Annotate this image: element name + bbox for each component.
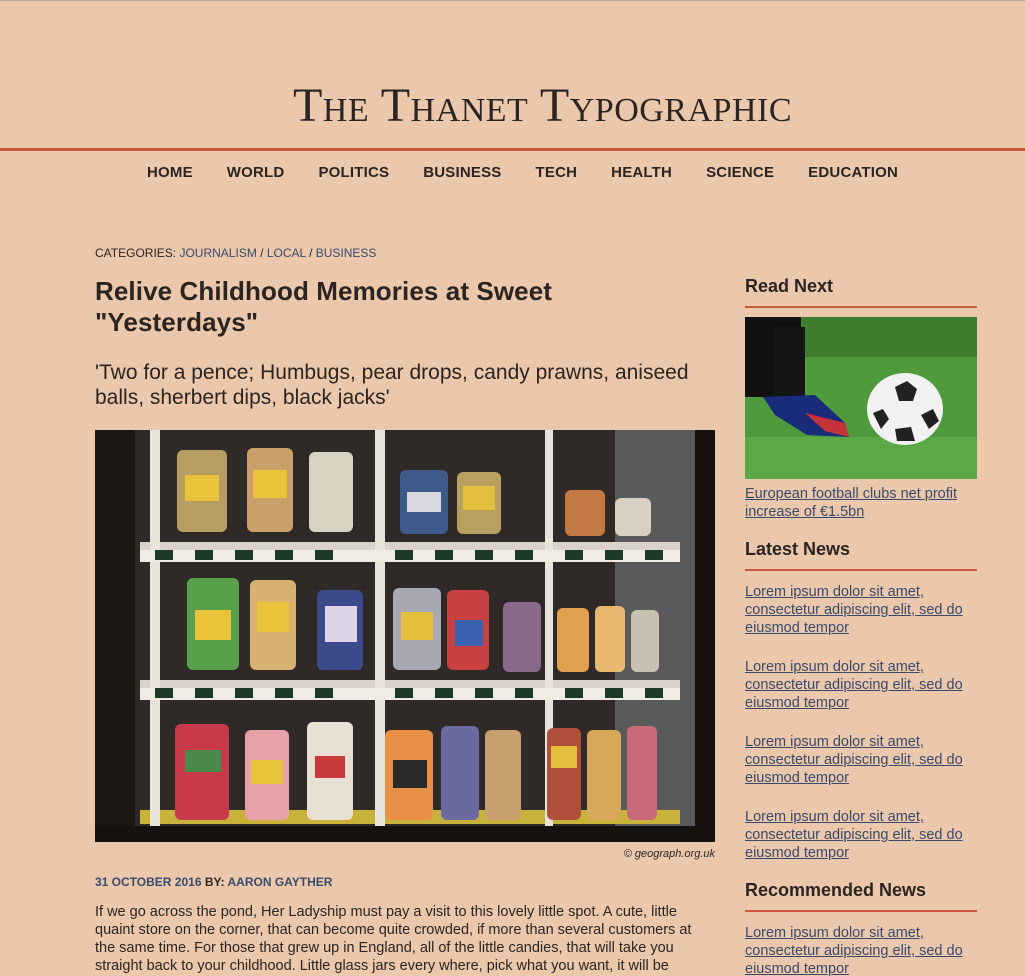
latest-news-link[interactable]: Lorem ipsum dolor sit amet, consectetur … [745,733,977,787]
nav-business[interactable]: BUSINESS [423,164,501,181]
nav-health[interactable]: HEALTH [611,164,672,181]
latest-news-link[interactable]: Lorem ipsum dolor sit amet, consectetur … [745,583,977,637]
nav-science[interactable]: SCIENCE [706,164,774,181]
article-author[interactable]: AARON GAYTHER [228,875,333,889]
football-image [745,317,977,479]
article-title: Relive Childhood Memories at Sweet "Yest… [95,276,553,337]
latest-news-heading: Latest News [745,539,851,559]
masthead: The Thanet Typographic [0,78,1025,133]
article-categories: CATEGORIES: JOURNALISM / LOCAL / BUSINES… [95,246,377,260]
article-body: If we go across the pond, Her Ladyship m… [95,904,692,974]
article-subtitle: 'Two for a pence; Humbugs, pear drops, c… [95,361,689,409]
site-title[interactable]: The Thanet Typographic [60,78,1025,133]
nav-home[interactable]: HOME [147,164,193,181]
sidebar: Read Next European football clubs net pr… [745,276,977,976]
article-date[interactable]: 31 OCTOBER 2016 [95,875,202,889]
nav-tech[interactable]: TECH [536,164,578,181]
read-next-heading: Read Next [745,276,834,296]
category-journalism[interactable]: JOURNALISM [179,246,256,260]
latest-news-item: Lorem ipsum dolor sit amet, consectetur … [745,733,977,787]
article-meta: 31 OCTOBER 2016 BY: AARON GAYTHER [95,875,715,889]
masthead-rule [0,148,1025,151]
article: CATEGORIES: JOURNALISM / LOCAL / BUSINES… [95,246,715,976]
read-next-link[interactable]: European football clubs net profit incre… [745,485,977,521]
latest-news-link[interactable]: Lorem ipsum dolor sit amet, consectetur … [745,808,977,862]
nav-politics[interactable]: POLITICS [318,164,389,181]
latest-news-item: Lorem ipsum dolor sit amet, consectetur … [745,583,977,637]
recommended-news-item: Lorem ipsum dolor sit amet, consectetur … [745,924,977,976]
image-credit: © geograph.org.uk [623,848,715,860]
main-nav: HOME WORLD POLITICS BUSINESS TECH HEALTH… [0,164,1025,181]
latest-news-item: Lorem ipsum dolor sit amet, consectetur … [745,658,977,712]
nav-education[interactable]: EDUCATION [808,164,898,181]
read-next-rule [745,306,977,308]
recommended-news-heading: Recommended News [745,880,927,900]
category-local[interactable]: LOCAL [267,246,306,260]
category-business[interactable]: BUSINESS [316,246,377,260]
latest-news-rule [745,569,977,571]
nav-world[interactable]: WORLD [227,164,285,181]
latest-news-link[interactable]: Lorem ipsum dolor sit amet, consectetur … [745,658,977,712]
sweet-shop-window-image [95,430,715,842]
article-image [95,430,715,842]
by-label: BY: [201,875,228,889]
categories-label: CATEGORIES: [95,246,180,260]
recommended-news-link[interactable]: Lorem ipsum dolor sit amet, consectetur … [745,924,977,976]
latest-news-item: Lorem ipsum dolor sit amet, consectetur … [745,808,977,862]
read-next-item: European football clubs net profit incre… [745,485,977,521]
top-border [0,0,1025,1]
read-next-image[interactable] [745,317,977,479]
recommended-news-rule [745,910,977,912]
